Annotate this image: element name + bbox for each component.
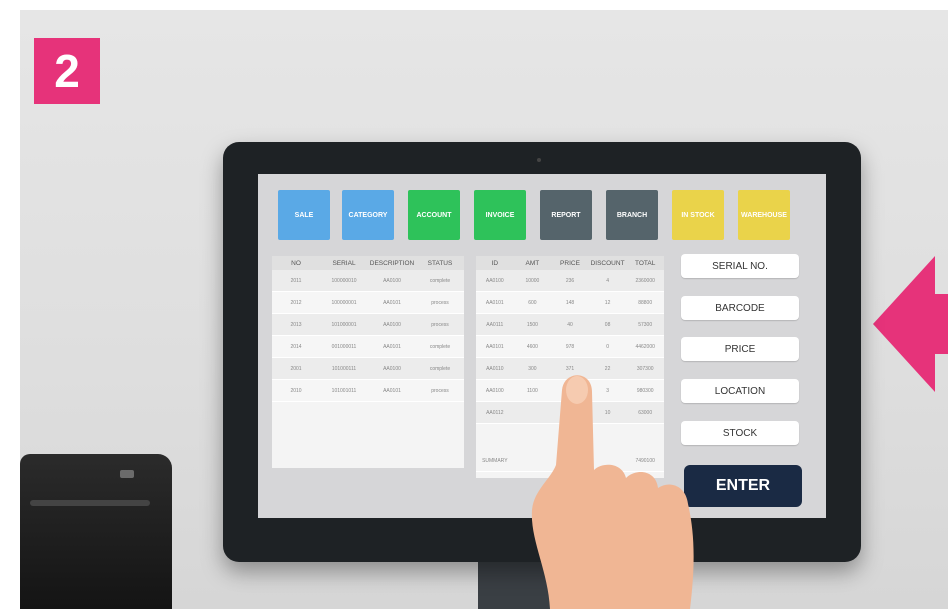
table-cell: 101001011 bbox=[331, 387, 357, 394]
column-header: STATUS bbox=[427, 259, 453, 267]
table-row[interactable]: 2012 100000001 AA0101 process bbox=[272, 292, 464, 314]
table-cell: 100000010 bbox=[331, 277, 357, 284]
table-cell: 4462000 bbox=[635, 343, 655, 350]
table-cell: AA0101 bbox=[383, 343, 401, 350]
table-cell: 236 bbox=[565, 277, 575, 284]
menu-tile-account[interactable]: ACCOUNT bbox=[408, 190, 460, 240]
table-cell: 2012 bbox=[290, 299, 302, 306]
table-cell: 0 bbox=[606, 343, 609, 350]
menu-tile-branch[interactable]: BRANCH bbox=[606, 190, 658, 240]
table-row[interactable]: 2001 101000111 AA0100 complete bbox=[272, 358, 464, 380]
table-cell: process bbox=[431, 321, 449, 328]
table-cell: AA0111 bbox=[486, 321, 504, 328]
step-number-badge: 2 bbox=[34, 38, 100, 104]
table-cell: AA0101 bbox=[383, 299, 401, 306]
table-cell: 2010 bbox=[290, 387, 302, 394]
table-row[interactable]: 2011 100000010 AA0100 complete bbox=[272, 270, 464, 292]
table-cell: 148 bbox=[565, 299, 575, 306]
camera-icon bbox=[537, 158, 541, 162]
table-cell: process bbox=[431, 387, 449, 394]
menu-tile-in-stock[interactable]: IN STOCK bbox=[672, 190, 724, 240]
table-cell: complete bbox=[429, 343, 451, 350]
menu-tile-report[interactable]: REPORT bbox=[540, 190, 592, 240]
table-cell: 88800 bbox=[638, 299, 653, 306]
column-header: TOTAL bbox=[634, 259, 656, 267]
table-row[interactable]: 2010 101001011 AA0101 process bbox=[272, 380, 464, 402]
receipt-printer bbox=[20, 454, 172, 609]
table-cell: 2001 bbox=[290, 365, 302, 372]
column-header: SERIAL bbox=[332, 259, 356, 267]
column-header: DESCRIPTION bbox=[369, 259, 415, 267]
table-cell: 600 bbox=[528, 299, 537, 306]
table-cell: AA0101 bbox=[383, 387, 401, 394]
table-cell: AA0100 bbox=[383, 277, 401, 284]
table-cell: complete bbox=[429, 277, 451, 284]
menu-tile-sale[interactable]: SALE bbox=[278, 190, 330, 240]
table-cell: 10000 bbox=[525, 277, 540, 284]
table-cell: 2014 bbox=[290, 343, 302, 350]
column-header: ID bbox=[491, 259, 499, 267]
pink-arrow-icon bbox=[873, 256, 948, 392]
column-header: NO bbox=[291, 259, 301, 267]
table-cell: AA0100 bbox=[383, 365, 401, 372]
printer-slot bbox=[30, 500, 150, 506]
table-cell: 2013 bbox=[290, 321, 302, 328]
left-table: NO SERIAL DESCRIPTION STATUS 2011 1000000… bbox=[272, 256, 464, 468]
table-cell: 1500 bbox=[526, 321, 538, 328]
table-cell: 101000111 bbox=[331, 365, 357, 372]
table-cell: 978 bbox=[565, 343, 575, 350]
menu-tile-category[interactable]: CATEGORY bbox=[342, 190, 394, 240]
printer-indicator-icon bbox=[120, 470, 134, 478]
left-table-header: NO SERIAL DESCRIPTION STATUS bbox=[272, 256, 464, 270]
table-cell: 101000001 bbox=[331, 321, 357, 328]
table-cell: AA0101 bbox=[485, 343, 504, 350]
right-table-header: ID AMT PRICE DISCOUNT TOTAL bbox=[476, 256, 664, 270]
column-header: AMT bbox=[525, 259, 540, 267]
table-cell: 001000011 bbox=[331, 343, 357, 350]
serial-no-field[interactable]: SERIAL NO. bbox=[681, 254, 799, 278]
table-cell: 57300 bbox=[638, 321, 653, 328]
table-cell: 4 bbox=[606, 277, 609, 284]
barcode-field[interactable]: BARCODE bbox=[681, 296, 799, 320]
table-cell: 40 bbox=[567, 321, 573, 328]
table-row[interactable]: AA0111 1500 40 08 57300 bbox=[476, 314, 664, 336]
pointing-hand-icon bbox=[531, 375, 694, 609]
table-cell: 2360000 bbox=[635, 277, 655, 284]
column-header: PRICE bbox=[560, 259, 580, 267]
table-row[interactable]: AA0101 600 148 12 88800 bbox=[476, 292, 664, 314]
menu-tile-invoice[interactable]: INVOICE bbox=[474, 190, 526, 240]
table-cell: 08 bbox=[604, 321, 611, 328]
menu-tile-warehouse[interactable]: WAREHOUSE bbox=[738, 190, 790, 240]
table-cell: process bbox=[431, 299, 449, 306]
table-cell: 2011 bbox=[290, 277, 302, 284]
table-cell: AA0100 bbox=[485, 277, 504, 284]
table-row[interactable]: AA0100 10000 236 4 2360000 bbox=[476, 270, 664, 292]
table-cell: AA0100 bbox=[383, 321, 401, 328]
table-cell: complete bbox=[429, 365, 451, 372]
table-cell: 4600 bbox=[526, 343, 538, 350]
table-cell: 100000001 bbox=[331, 299, 357, 306]
table-cell: AA0101 bbox=[485, 299, 504, 306]
table-row[interactable]: 2013 101000001 AA0100 process bbox=[272, 314, 464, 336]
table-cell: 12 bbox=[604, 299, 611, 306]
table-row[interactable]: 2014 001000011 AA0101 complete bbox=[272, 336, 464, 358]
column-header: DISCOUNT bbox=[590, 259, 625, 267]
